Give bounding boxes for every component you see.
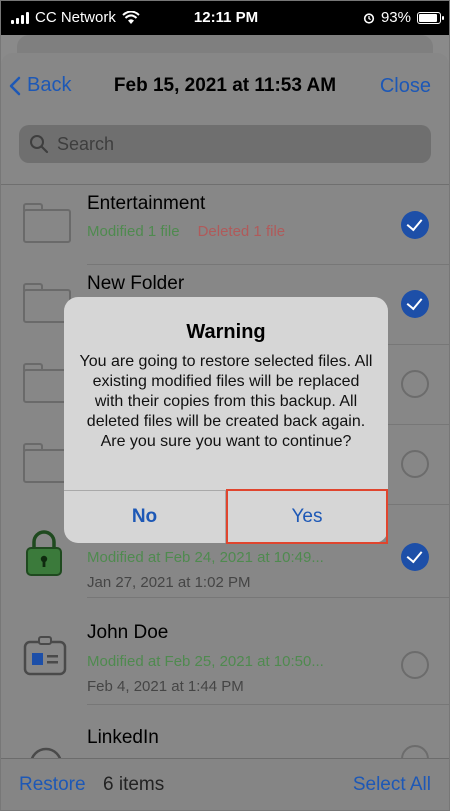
select-all-button[interactable]: Select All — [353, 774, 431, 796]
restore-button[interactable]: Restore — [19, 774, 86, 796]
selection-checkbox[interactable] — [401, 450, 429, 478]
item-title: New Folder — [87, 273, 185, 294]
item-date: Jan 27, 2021 at 1:02 PM — [87, 574, 251, 591]
bottom-toolbar: Restore 6 items Select All — [1, 758, 449, 810]
item-title: John Doe — [87, 622, 169, 643]
selection-checkbox[interactable] — [401, 211, 429, 239]
list-item[interactable]: Entertainment Modified 1 file Deleted 1 f… — [1, 185, 449, 265]
battery-icon — [417, 11, 444, 24]
modified-label: Modified at Feb 24, 2021 at 10:49... — [87, 549, 324, 566]
search-placeholder: Search — [57, 133, 115, 154]
lock-icon — [25, 529, 63, 582]
dialog-title: Warning — [186, 321, 266, 343]
no-button[interactable]: No — [64, 490, 225, 543]
selection-checkbox[interactable] — [401, 370, 429, 398]
status-bar: CC Network 12:11 PM 93% — [1, 1, 449, 35]
navigation-bar: Back Feb 15, 2021 at 11:53 AM Close — [1, 53, 449, 113]
list-item[interactable]: John Doe Modified at Feb 25, 2021 at 10:… — [1, 598, 449, 705]
battery-percent: 93% — [380, 9, 411, 26]
alarm-icon — [363, 12, 375, 24]
contact-card-icon — [23, 636, 67, 681]
deleted-label: Deleted 1 file — [197, 223, 286, 240]
search-icon — [30, 135, 49, 154]
yes-button-highlight — [226, 489, 388, 544]
folder-icon — [23, 203, 71, 243]
selection-checkbox[interactable] — [401, 543, 429, 571]
selection-checkbox[interactable] — [401, 290, 429, 318]
modified-label: Modified at Feb 25, 2021 at 10:50... — [87, 653, 324, 670]
item-count: 6 items — [103, 774, 165, 795]
search-field[interactable]: Search — [19, 125, 431, 163]
modified-label: Modified 1 file — [87, 223, 180, 240]
item-title: LinkedIn — [87, 727, 159, 748]
screen: CC Network 12:11 PM 93% Back Feb 15, 202… — [0, 0, 450, 811]
status-right: 93% — [363, 9, 444, 26]
list-item[interactable]: LinkedIn — [1, 705, 449, 773]
close-button[interactable]: Close — [380, 75, 431, 98]
dialog-message: You are going to restore selected files.… — [79, 353, 373, 450]
item-status: Modified 1 file Deleted 1 file — [87, 223, 285, 240]
item-date: Feb 4, 2021 at 1:44 PM — [87, 678, 244, 695]
item-title: Entertainment — [87, 193, 206, 214]
selection-checkbox[interactable] — [401, 651, 429, 679]
